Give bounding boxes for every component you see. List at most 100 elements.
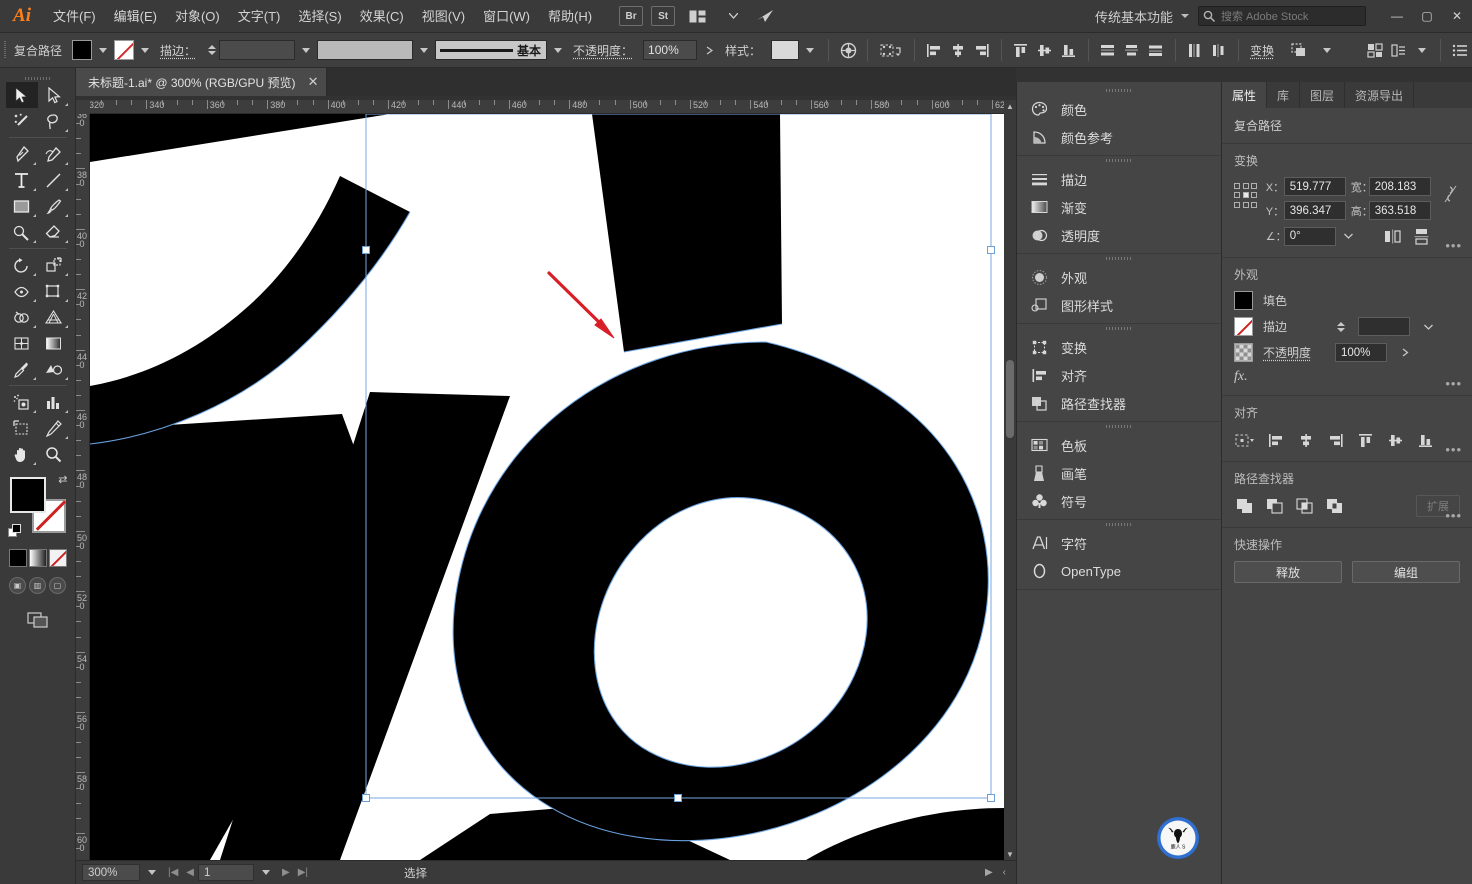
flip-horizontal-icon[interactable] [1381,225,1405,247]
workspace-chevron-down-icon[interactable] [1181,14,1189,18]
ref-point[interactable] [1234,192,1240,199]
arrange-objects-icon[interactable] [1285,39,1315,61]
artboard-nav-first[interactable]: |◀ [168,867,178,878]
panel-menu-icon[interactable] [1449,39,1471,61]
profile-chevron-down-icon[interactable] [554,47,563,53]
align-left-icon[interactable] [1264,429,1288,451]
panel-group-grip[interactable] [1017,86,1221,95]
pen-tool[interactable] [6,141,38,167]
panel-item-character[interactable]: 字符 [1017,529,1221,557]
width-input[interactable]: 208.183 [1368,177,1431,196]
shape-builder-tool[interactable] [6,304,38,330]
direct-selection-tool[interactable] [38,82,70,108]
variable-width-profile-select[interactable]: 基本 [435,40,548,60]
opacity-label[interactable]: 不透明度： [569,42,643,59]
column-graph-tool[interactable] [38,389,70,415]
align-vertical-center-icon[interactable] [1384,429,1408,451]
distribute-horizontal-left-icon[interactable] [1184,39,1206,61]
toolbar-fill-swatch[interactable] [9,477,46,513]
flip-vertical-icon[interactable] [1410,225,1434,247]
stroke-chevron-down-icon[interactable] [141,47,150,53]
change-screen-mode-icon[interactable] [25,610,51,630]
artboard-number-input[interactable]: 1 [198,864,254,881]
color-fill-icon[interactable] [8,549,27,567]
graphic-style-swatch[interactable] [771,40,800,60]
preferences-chevron-down-icon[interactable] [1418,47,1426,53]
appearance-stroke-stepper[interactable] [1335,321,1346,332]
ref-point[interactable] [1242,183,1249,189]
stroke-style-chevron-down-icon[interactable] [420,47,429,53]
document-tab[interactable]: 未标题-1.ai* @ 300% (RGB/GPU 预览) ✕ [76,68,328,96]
default-fill-stroke-icon[interactable] [7,524,21,537]
stroke-style-input[interactable] [317,40,414,60]
mesh-tool[interactable] [6,330,38,356]
line-segment-tool[interactable] [38,167,70,193]
close-button[interactable]: ✕ [1442,4,1472,28]
share-icon[interactable] [753,6,777,26]
horizontal-ruler[interactable]: 320 340 360 380 400 420 440 460 480 500 520 540 560 5… [90,100,1004,114]
artboard-nav-last[interactable]: ▶| [298,867,308,878]
stroke-weight-label[interactable]: 描边： [156,42,206,59]
zoom-tool[interactable] [38,441,70,467]
panel-item-opentype[interactable]: OpenType [1017,557,1221,585]
appearance-opacity-label[interactable]: 不透明度 [1263,344,1325,361]
panel-item-symbols[interactable]: 符号 [1017,487,1221,515]
align-vertical-center-icon[interactable] [1034,39,1056,61]
menu-window[interactable]: 窗口(W) [474,0,539,33]
height-input[interactable]: 363.518 [1368,201,1431,220]
transform-label[interactable]: 变换 [1246,42,1284,59]
ref-point[interactable] [1251,183,1258,189]
draw-normal-icon[interactable]: ▣ [9,577,26,594]
paintbrush-tool[interactable] [38,193,70,219]
panel-item-appearance[interactable]: 外观 [1017,263,1221,291]
chevron-down-icon[interactable] [721,6,745,26]
lasso-tool[interactable] [38,108,70,134]
gradient-tool[interactable] [38,330,70,356]
stroke-weight-stepper[interactable] [206,45,217,55]
none-fill-icon[interactable] [48,549,67,567]
select-similar-icon[interactable] [876,39,906,61]
menu-view[interactable]: 视图(V) [413,0,474,33]
menu-file[interactable]: 文件(F) [44,0,105,33]
menu-help[interactable]: 帮助(H) [539,0,601,33]
stock-icon[interactable]: St [651,6,676,26]
stroke-swatch[interactable] [114,40,135,60]
ref-point[interactable] [1251,201,1258,208]
shaper-tool[interactable] [6,219,38,245]
draw-inside-icon[interactable]: ▢ [49,577,66,594]
panel-item-gradient[interactable]: 渐变 [1017,193,1221,221]
scroll-up-icon[interactable]: ▲ [1004,100,1016,112]
width-tool[interactable] [6,278,38,304]
fill-stroke-swatches[interactable]: ⇄ [7,474,68,537]
swap-fill-stroke-icon[interactable]: ⇄ [58,473,67,486]
pathfinder-more-options[interactable]: ••• [1445,508,1462,523]
panel-item-pathfinder[interactable]: 路径查找器 [1017,389,1221,417]
unite-icon[interactable] [1234,495,1256,517]
arrange-chevron-down-icon[interactable] [1323,47,1332,53]
appearance-stroke-chevron-down-icon[interactable] [1420,324,1436,330]
status-flyout-icon[interactable]: ▶ [985,867,993,878]
fill-chevron-down-icon[interactable] [99,47,108,53]
align-more-options[interactable]: ••• [1445,442,1462,457]
appearance-stroke-swatch[interactable] [1234,317,1253,336]
release-button[interactable]: 释放 [1234,561,1342,583]
link-broken-icon[interactable] [1442,177,1460,211]
curvature-tool[interactable] [38,141,70,167]
panel-item-graphic-styles[interactable]: 图形样式 [1017,291,1221,319]
panel-item-brushes[interactable]: 画笔 [1017,459,1221,487]
gradient-fill-icon[interactable] [28,549,47,567]
menu-edit[interactable]: 编辑(E) [105,0,166,33]
reference-point-selector[interactable] [1234,183,1258,209]
selection-tool[interactable] [5,82,38,108]
distribute-vertical-bottom-icon[interactable] [1145,39,1167,61]
menu-effect[interactable]: 效果(C) [351,0,413,33]
recolor-artwork-icon[interactable] [837,39,859,61]
ref-point[interactable] [1242,201,1249,208]
ref-point[interactable] [1251,192,1258,199]
panel-group-grip[interactable] [1017,422,1221,431]
distribute-horizontal-center-icon[interactable] [1208,39,1230,61]
panel-group-grip[interactable] [1017,520,1221,529]
tab-layers[interactable]: 图层 [1300,82,1346,108]
opacity-input[interactable]: 100% [643,40,698,60]
stroke-weight-chevron-down-icon[interactable] [302,47,311,53]
